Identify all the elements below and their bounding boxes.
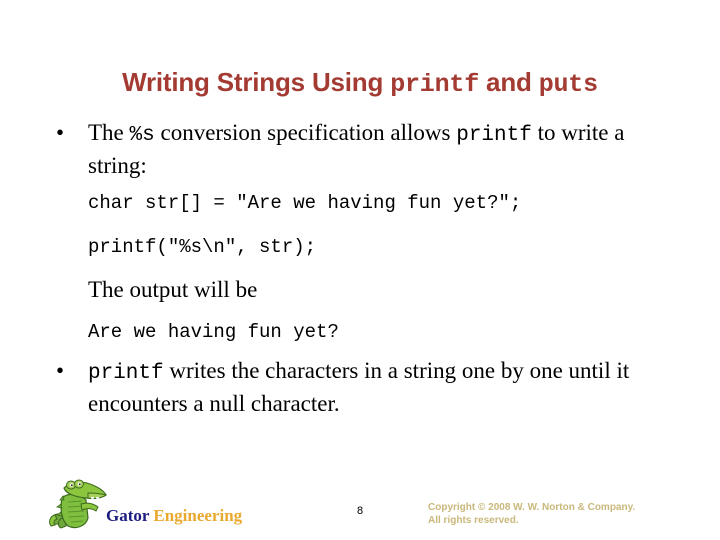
slide-canvas: Writing Strings Using printf and puts • T…: [0, 0, 720, 540]
title-segment-2: and: [479, 67, 539, 97]
logo-wordmark: Gator Engineering: [106, 506, 242, 526]
copyright-notice: Copyright © 2008 W. W. Norton & Company.…: [428, 502, 708, 527]
bullet1-text-1: The: [88, 120, 130, 145]
bullet-marker-icon: •: [56, 358, 65, 383]
bullet1-code-percent-s: %s: [129, 124, 155, 147]
bullet1-text-2: conversion specification allows: [154, 120, 457, 145]
spacer-after-code-2: [48, 258, 678, 276]
spacer-after-bullet-1: [48, 181, 678, 192]
page-title: Writing Strings Using printf and puts: [40, 66, 680, 101]
output-label: The output will be: [88, 277, 258, 302]
code-line-printf-call: printf("%s\n", str);: [88, 236, 317, 258]
code-line-declaration: char str[] = "Are we having fun yet?";: [88, 192, 522, 214]
slide-body: • The %s conversion specification allows …: [48, 118, 678, 419]
page-number: 8: [356, 505, 364, 517]
title-segment-1: Writing Strings Using: [122, 67, 391, 97]
spacer-after-result: [48, 343, 678, 356]
bullet2-code-printf: printf: [88, 362, 164, 385]
bullet2-text-1: writes the characters in a string one by…: [88, 358, 630, 416]
output-result-text: Are we having fun yet?: [88, 321, 339, 343]
spacer-after-output-label: [48, 304, 678, 321]
gator-engineering-logo: Gator Engineering: [48, 474, 318, 536]
logo-word-engineering: Engineering: [149, 506, 243, 525]
title-code-printf: printf: [390, 70, 480, 99]
copyright-line-1: Copyright © 2008 W. W. Norton & Company.: [428, 502, 636, 513]
copyright-line-2: All rights reserved.: [428, 514, 519, 526]
bullet1-code-printf: printf: [456, 124, 532, 147]
logo-word-gator: Gator: [106, 506, 150, 525]
title-code-puts: puts: [538, 70, 598, 99]
bullet-marker-icon: •: [56, 120, 65, 145]
spacer-after-code-1: [48, 214, 678, 236]
bullet-item-1: • The %s conversion specification allows …: [48, 118, 678, 181]
bullet-item-2: • printf writes the characters in a strin…: [48, 356, 678, 419]
alligator-mascot-icon: [49, 479, 108, 529]
